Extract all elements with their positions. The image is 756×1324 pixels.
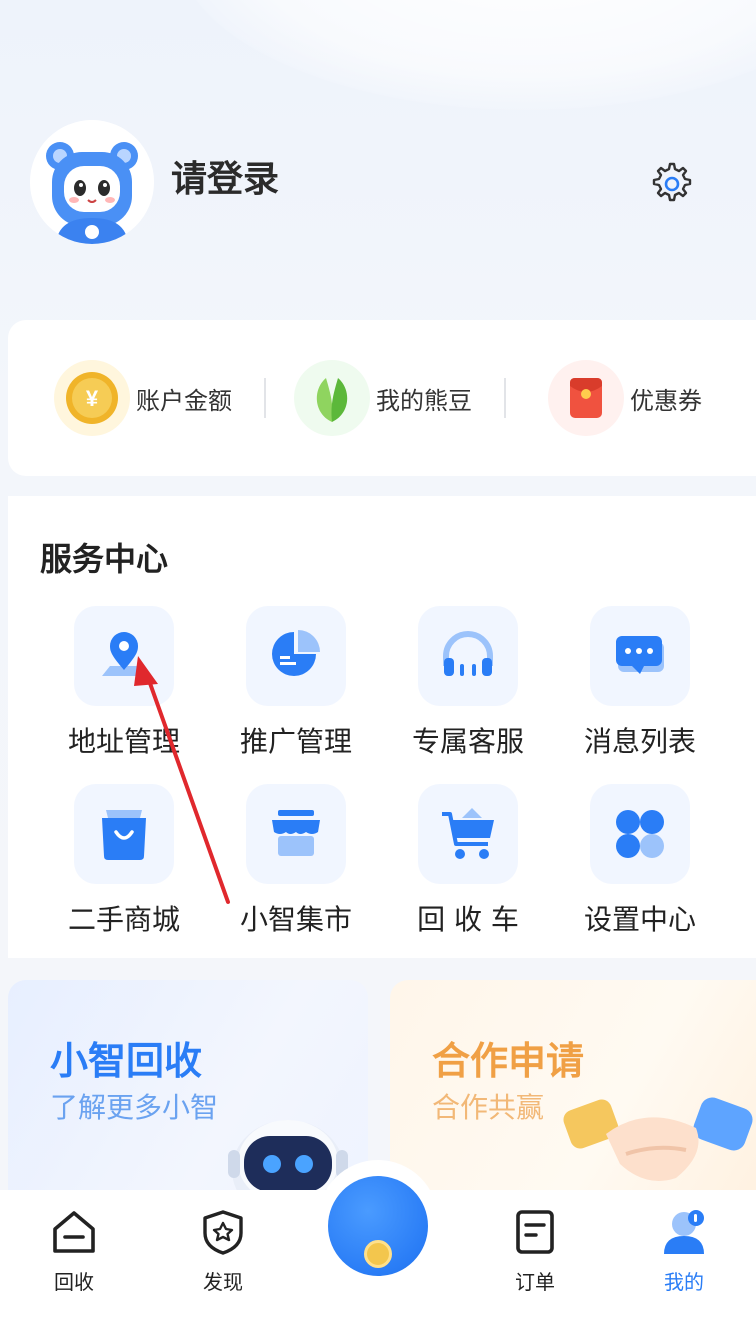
nav-item-recycle[interactable]: 回收 [24, 1208, 124, 1295]
service-promotion-management[interactable]: 推广管理 [211, 606, 381, 760]
service-label: 地址管理 [67, 725, 180, 758]
nav-item-mine[interactable]: 我的 [634, 1208, 734, 1295]
promo-xiaozhi-recycle[interactable]: 小智回收 了解更多小智 [8, 980, 368, 1220]
nav-label: 回收 [54, 1270, 94, 1294]
nav-item-discover[interactable]: 发现 [173, 1208, 273, 1295]
nav-item-orders[interactable]: 订单 [485, 1208, 585, 1295]
wallet-balance-label: 账户金额 [136, 386, 232, 415]
promo-subtitle: 了解更多小智 [50, 1091, 219, 1124]
avatar[interactable] [30, 120, 154, 244]
shopping-bag-icon [74, 784, 174, 884]
divider [264, 378, 266, 418]
header-decoration [176, 0, 756, 110]
service-label: 消息列表 [583, 725, 696, 758]
promo-cooperation-application[interactable]: 合作申请 合作共赢 [390, 980, 756, 1220]
service-xiaozhi-market[interactable]: 小智集市 [211, 784, 381, 938]
wallet-item-balance[interactable]: ¥ 账户金额 [54, 360, 232, 436]
headset-icon [418, 606, 518, 706]
wallet-item-coupons[interactable]: 优惠券 [548, 360, 702, 436]
handshake-icon [563, 1097, 753, 1181]
wallet-coupons-label: 优惠券 [630, 386, 702, 415]
service-customer-support[interactable]: 专属客服 [383, 606, 553, 760]
settings-button[interactable] [650, 162, 694, 206]
nav-center-button[interactable] [328, 1176, 428, 1276]
profile-page: 请登录 ¥ 账户金额 我的熊豆 优惠券 服务中心 地址管理 推广管理 专属客服 … [0, 0, 756, 1324]
wallet-item-beans[interactable]: 我的熊豆 [294, 360, 472, 436]
svg-text:¥: ¥ [86, 386, 99, 411]
bear-mascot-icon [30, 120, 154, 244]
gear-icon [652, 162, 692, 202]
pie-chart-icon [246, 606, 346, 706]
service-recycle-cart[interactable]: 回 收 车 [383, 784, 553, 938]
nav-label: 发现 [203, 1270, 243, 1294]
nav-label-active: 我的 [664, 1270, 704, 1294]
promo-subtitle: 合作共赢 [432, 1091, 545, 1124]
service-label: 二手商城 [67, 903, 180, 936]
service-center-card: 服务中心 地址管理 推广管理 专属客服 消息列表 二手商城 小智集市 回 收 车… [8, 496, 756, 958]
document-icon [511, 1208, 559, 1256]
grid-apps-icon [590, 784, 690, 884]
nav-label: 订单 [515, 1270, 555, 1294]
divider [504, 378, 506, 418]
wallet-beans-label: 我的熊豆 [376, 386, 472, 415]
coin-icon: ¥ [54, 360, 130, 436]
service-second-hand-mall[interactable]: 二手商城 [39, 784, 209, 938]
leaf-icon [294, 360, 370, 436]
storefront-icon [246, 784, 346, 884]
service-message-list[interactable]: 消息列表 [555, 606, 725, 760]
cart-icon [418, 784, 518, 884]
user-icon [660, 1208, 708, 1256]
service-settings-center[interactable]: 设置中心 [555, 784, 725, 938]
service-address-management[interactable]: 地址管理 [39, 606, 209, 760]
coin-icon [364, 1240, 392, 1268]
service-label: 专属客服 [411, 725, 524, 758]
promo-title: 小智回收 [50, 1039, 203, 1083]
service-label: 回 收 车 [417, 903, 519, 936]
shield-star-icon [199, 1208, 247, 1256]
wallet-card: ¥ 账户金额 我的熊豆 优惠券 [8, 320, 756, 476]
red-envelope-icon [548, 360, 624, 436]
service-label: 小智集市 [239, 903, 352, 936]
chat-bubble-icon [590, 606, 690, 706]
service-label: 设置中心 [583, 903, 696, 936]
promo-title: 合作申请 [432, 1039, 585, 1083]
service-center-title: 服务中心 [40, 540, 169, 578]
service-label: 推广管理 [239, 725, 352, 758]
login-prompt[interactable]: 请登录 [171, 150, 279, 202]
location-pin-icon [74, 606, 174, 706]
home-icon [50, 1208, 98, 1256]
